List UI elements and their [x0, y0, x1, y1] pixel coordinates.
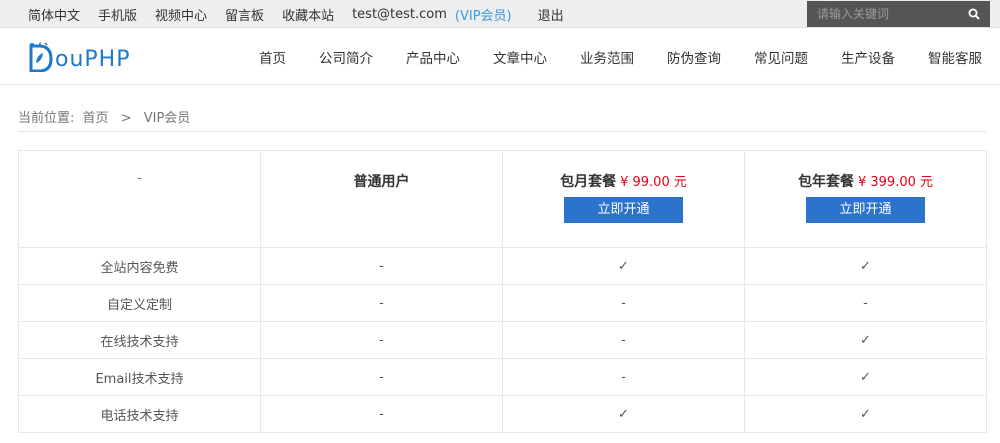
- feature-value: ✓: [744, 358, 987, 396]
- main-nav: 首页 公司简介 产品中心 文章中心 业务范围 防伪查询 常见问题 生产设备 智能…: [259, 28, 982, 85]
- nav-item-equipment[interactable]: 生产设备: [841, 47, 895, 67]
- link-mobile[interactable]: 手机版: [98, 5, 137, 24]
- feature-value: ✓: [744, 395, 987, 433]
- user-email[interactable]: test@test.com: [352, 7, 447, 22]
- subscribe-yearly-button[interactable]: 立即开通: [806, 197, 925, 223]
- feature-value: -: [260, 321, 503, 359]
- plan-column-yearly: 包年套餐 ¥ 399.00 元 立即开通: [744, 150, 987, 248]
- nav-item-products[interactable]: 产品中心: [406, 47, 460, 67]
- feature-value: -: [260, 284, 503, 322]
- nav-item-business[interactable]: 业务范围: [580, 47, 634, 67]
- corner-cell: -: [18, 150, 261, 248]
- top-links: 简体中文 手机版 视频中心 留言板 收藏本站 test@test.com (VI…: [28, 0, 582, 28]
- vip-badge[interactable]: (VIP会员): [455, 5, 512, 24]
- table-row: 在线技术支持 - - ✓: [18, 321, 987, 359]
- breadcrumb-label: 当前位置:: [18, 111, 75, 126]
- search-icon[interactable]: [968, 8, 980, 20]
- plan-column-monthly: 包月套餐 ¥ 99.00 元 立即开通: [502, 150, 745, 248]
- breadcrumb-home[interactable]: 首页: [83, 111, 109, 126]
- breadcrumb: 当前位置: 首页 > VIP会员: [18, 107, 190, 126]
- breadcrumb-separator: >: [120, 111, 132, 126]
- nav-item-faq[interactable]: 常见问题: [754, 47, 808, 67]
- vip-plan-table: - 普通用户 包月套餐 ¥ 99.00 元 立即开通 包年套餐 ¥ 399.00 元…: [18, 150, 987, 433]
- plan-name: 包月套餐: [560, 174, 617, 190]
- search-box: [807, 1, 990, 27]
- feature-value: -: [502, 321, 745, 359]
- feature-value: -: [744, 284, 987, 322]
- feature-label: 全站内容免费: [18, 247, 261, 285]
- feature-value: -: [502, 284, 745, 322]
- link-bookmark[interactable]: 收藏本站: [282, 5, 334, 24]
- nav-item-home[interactable]: 首页: [259, 47, 286, 67]
- feature-value: ✓: [744, 247, 987, 285]
- table-row: 全站内容免费 - ✓ ✓: [18, 247, 987, 285]
- plan-header-row: - 普通用户 包月套餐 ¥ 99.00 元 立即开通 包年套餐 ¥ 399.00 元…: [18, 150, 987, 248]
- site-logo[interactable]: ouPHP: [28, 42, 130, 72]
- plan-column-basic: 普通用户: [260, 150, 503, 248]
- plan-price: ¥ 99.00 元: [620, 175, 687, 190]
- breadcrumb-current[interactable]: VIP会员: [144, 111, 191, 126]
- plan-price: ¥ 399.00 元: [857, 175, 934, 190]
- feature-value: ✓: [502, 247, 745, 285]
- logo-text: ouPHP: [55, 47, 131, 72]
- feature-label: 自定义定制: [18, 284, 261, 322]
- table-row: Email技术支持 - - ✓: [18, 358, 987, 396]
- table-row: 自定义定制 - - -: [18, 284, 987, 322]
- plan-name: 包年套餐: [797, 174, 854, 190]
- breadcrumb-divider: [18, 131, 986, 132]
- top-utility-bar: 简体中文 手机版 视频中心 留言板 收藏本站 test@test.com (VI…: [0, 0, 1000, 28]
- feature-value: -: [260, 395, 503, 433]
- nav-item-anti-fake[interactable]: 防伪查询: [667, 47, 721, 67]
- feature-label: 电话技术支持: [18, 395, 261, 433]
- subscribe-monthly-button[interactable]: 立即开通: [564, 197, 683, 223]
- link-simplified-chinese[interactable]: 简体中文: [28, 5, 80, 24]
- table-row: 电话技术支持 - ✓ ✓: [18, 395, 987, 433]
- feature-value: ✓: [502, 395, 745, 433]
- feature-label: 在线技术支持: [18, 321, 261, 359]
- nav-item-about[interactable]: 公司简介: [319, 47, 373, 67]
- site-header: ouPHP 首页 公司简介 产品中心 文章中心 业务范围 防伪查询 常见问题 生…: [0, 28, 1000, 85]
- feature-value: -: [260, 247, 503, 285]
- feature-value: ✓: [744, 321, 987, 359]
- plan-name: 普通用户: [353, 174, 410, 190]
- logout-link[interactable]: 退出: [538, 5, 564, 24]
- feature-value: -: [260, 358, 503, 396]
- feature-value: -: [502, 358, 745, 396]
- nav-item-support[interactable]: 智能客服: [928, 47, 982, 67]
- nav-item-articles[interactable]: 文章中心: [493, 47, 547, 67]
- link-video-center[interactable]: 视频中心: [155, 5, 207, 24]
- link-guestbook[interactable]: 留言板: [225, 5, 264, 24]
- logo-d-icon: [29, 42, 53, 72]
- feature-label: Email技术支持: [18, 358, 261, 396]
- search-input[interactable]: [807, 1, 957, 27]
